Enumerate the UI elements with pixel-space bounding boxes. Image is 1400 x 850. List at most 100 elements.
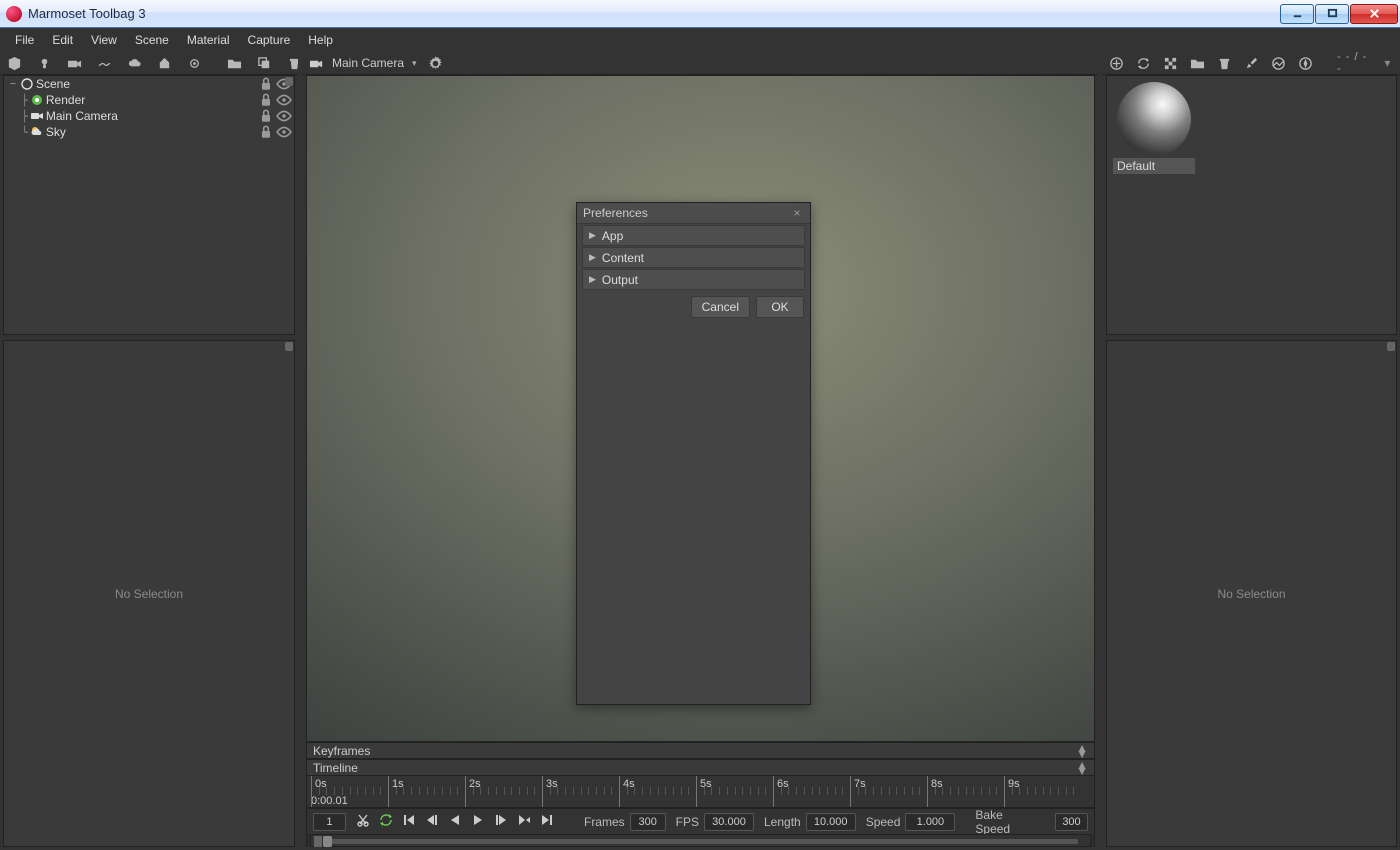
timeline-panel-header[interactable]: Timeline ▲▼ — [306, 759, 1095, 776]
ruler-tick: 1s — [388, 776, 389, 807]
duplicate-icon[interactable] — [256, 55, 272, 71]
scrollbar[interactable] — [285, 342, 293, 351]
ruler-subtick — [334, 787, 335, 795]
chevron-down-icon[interactable]: ▾ — [412, 58, 417, 69]
scrollbar[interactable] — [285, 77, 293, 86]
camera-icon[interactable] — [66, 55, 82, 71]
cube-icon[interactable] — [6, 55, 22, 71]
material-breadcrumb[interactable]: - - / - - — [1337, 51, 1369, 75]
next-key-icon[interactable] — [517, 813, 531, 830]
window-close-button[interactable] — [1350, 4, 1398, 24]
menu-file[interactable]: File — [6, 28, 43, 52]
cut-icon[interactable] — [356, 813, 370, 830]
compass-icon[interactable] — [1298, 55, 1313, 71]
folder-icon[interactable] — [226, 55, 242, 71]
menu-material[interactable]: Material — [178, 28, 239, 52]
ruler-subtick — [527, 787, 528, 795]
loop-icon[interactable] — [379, 813, 393, 830]
turntable-icon[interactable] — [156, 55, 172, 71]
material-swatch[interactable]: Default — [1113, 82, 1195, 174]
light-icon[interactable] — [36, 55, 52, 71]
gear-icon[interactable] — [428, 55, 444, 71]
preferences-section-content[interactable]: ▶Content — [582, 247, 805, 268]
eye-icon[interactable] — [276, 92, 292, 108]
close-icon[interactable]: × — [790, 206, 804, 220]
menu-edit[interactable]: Edit — [43, 28, 82, 52]
cancel-button[interactable]: Cancel — [691, 296, 750, 318]
brush-icon[interactable] — [1244, 55, 1259, 71]
menu-scene[interactable]: Scene — [126, 28, 178, 52]
add-icon[interactable] — [1109, 55, 1124, 71]
skip-end-icon[interactable] — [540, 813, 554, 830]
refresh-icon[interactable] — [1136, 55, 1151, 71]
ruler-subtick — [634, 787, 635, 795]
shadow-catcher-icon[interactable] — [186, 55, 202, 71]
ruler-subtick — [511, 787, 512, 795]
keyframes-panel-header[interactable]: Keyframes ▲▼ — [306, 742, 1095, 759]
bake-speed-input[interactable]: 300 — [1055, 813, 1088, 831]
play-reverse-icon[interactable] — [448, 813, 462, 830]
eye-icon[interactable] — [276, 124, 292, 140]
timeline-ruler[interactable]: 0:00.01 0s1s2s3s4s5s6s7s8s9s — [307, 776, 1094, 808]
preferences-titlebar[interactable]: Preferences × — [577, 203, 810, 224]
cloud-icon[interactable] — [126, 55, 142, 71]
timeline-title: Timeline — [313, 761, 358, 775]
window-maximize-button[interactable] — [1315, 4, 1349, 24]
viewport[interactable]: Preferences × ▶App ▶Content ▶Output Canc… — [306, 75, 1095, 742]
ruler-subtick — [904, 787, 905, 795]
menu-help[interactable]: Help — [299, 28, 342, 52]
ruler-subtick — [935, 787, 936, 795]
folder-icon[interactable] — [1190, 55, 1205, 71]
fog-icon[interactable] — [96, 55, 112, 71]
ruler-subtick — [434, 787, 435, 795]
ruler-subtick — [1019, 787, 1020, 795]
chevron-down-icon[interactable]: ▾ — [1381, 55, 1394, 71]
scrollbar[interactable] — [1387, 342, 1395, 351]
material-name-label[interactable]: Default — [1113, 158, 1195, 174]
viewport-camera-name[interactable]: Main Camera — [332, 56, 404, 70]
ruler-subtick — [419, 787, 420, 795]
lock-icon[interactable] — [258, 124, 274, 140]
lock-icon[interactable] — [258, 92, 274, 108]
frame-input[interactable]: 1 — [313, 813, 346, 831]
length-input[interactable]: 10.000 — [806, 813, 856, 831]
lock-icon[interactable] — [258, 76, 274, 92]
app-icon — [6, 6, 22, 22]
eye-icon[interactable] — [276, 108, 292, 124]
skip-start-icon[interactable] — [402, 813, 416, 830]
trash-icon[interactable] — [1217, 55, 1232, 71]
preferences-section-label: Output — [602, 273, 638, 287]
speed-input[interactable]: 1.000 — [905, 813, 955, 831]
menu-capture[interactable]: Capture — [239, 28, 300, 52]
timeline-range-slider[interactable] — [310, 834, 1091, 847]
preferences-section-output[interactable]: ▶Output — [582, 269, 805, 290]
target-icon[interactable] — [1271, 55, 1286, 71]
menu-view[interactable]: View — [82, 28, 126, 52]
step-forward-icon[interactable] — [494, 813, 508, 830]
properties-panel-right: No Selection — [1106, 340, 1397, 847]
range-start-handle[interactable] — [314, 836, 322, 847]
timeline-playhead-label: 0:00.01 — [311, 795, 348, 807]
ruler-subtick — [673, 787, 674, 795]
scenegraph-root-label[interactable]: Scene — [36, 77, 258, 91]
checker-icon[interactable] — [1163, 55, 1178, 71]
scenegraph[interactable]: − Scene ├ Render ├ Main Camera — [3, 75, 295, 335]
step-back-icon[interactable] — [425, 813, 439, 830]
collapse-icon[interactable]: − — [8, 79, 18, 90]
collapse-toggle-icon[interactable]: ▲▼ — [1076, 745, 1088, 757]
lock-icon[interactable] — [258, 108, 274, 124]
ruler-subtick — [504, 787, 505, 795]
frames-input[interactable]: 300 — [630, 813, 666, 831]
collapse-toggle-icon[interactable]: ▲▼ — [1076, 762, 1088, 774]
scenegraph-item-label[interactable]: Main Camera — [46, 109, 258, 123]
chevron-right-icon: ▶ — [589, 230, 596, 241]
ok-button[interactable]: OK — [756, 296, 804, 318]
material-library[interactable]: Default — [1106, 75, 1397, 335]
play-icon[interactable] — [471, 813, 485, 830]
range-handle[interactable] — [323, 836, 332, 847]
scenegraph-item-label[interactable]: Render — [46, 93, 258, 107]
scenegraph-item-label[interactable]: Sky — [46, 125, 258, 139]
window-minimize-button[interactable] — [1280, 4, 1314, 24]
preferences-section-app[interactable]: ▶App — [582, 225, 805, 246]
fps-input[interactable]: 30.000 — [704, 813, 754, 831]
